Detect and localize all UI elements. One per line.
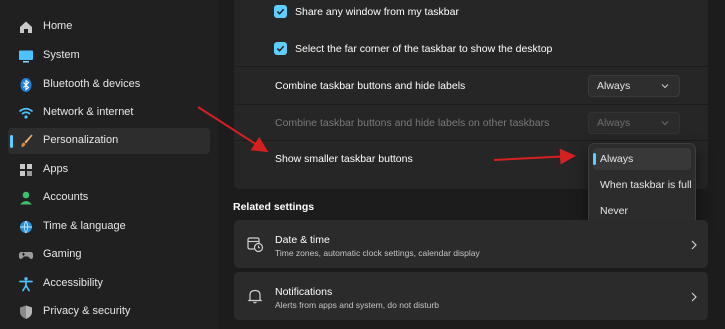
gamepad-icon: [18, 247, 34, 263]
option-label: Always: [600, 153, 634, 165]
sidebar-item-label: Home: [43, 20, 73, 32]
sidebar-item-label: Time & language: [43, 220, 126, 232]
select-value: Always: [597, 117, 631, 129]
card-subtitle: Time zones, automatic clock settings, ca…: [275, 248, 480, 258]
chevron-right-icon: [690, 289, 698, 307]
accounts-icon: [18, 190, 34, 206]
bell-icon: [246, 287, 264, 305]
dropdown-option-never[interactable]: Never: [593, 200, 691, 222]
smaller-buttons-label: Show smaller taskbar buttons: [275, 153, 413, 165]
sidebar-item-label: Gaming: [43, 248, 82, 260]
dropdown-option-when-full[interactable]: When taskbar is full: [593, 174, 692, 196]
related-settings-title: Related settings: [233, 201, 315, 213]
far-corner-checkbox[interactable]: [274, 42, 287, 55]
card-title: Date & time: [275, 234, 330, 246]
calendar-clock-icon: [246, 235, 264, 253]
combine-buttons-select[interactable]: Always: [588, 75, 680, 97]
checkmark-icon: [276, 45, 285, 52]
sidebar-item-accounts[interactable]: Accounts: [8, 185, 210, 211]
globe-icon: [18, 219, 34, 235]
sidebar-item-privacy[interactable]: Privacy & security: [8, 299, 210, 325]
checkmark-icon: [276, 8, 285, 15]
sidebar-item-label: Apps: [43, 163, 69, 175]
card-title: Notifications: [275, 286, 333, 298]
divider: [234, 66, 708, 67]
combine-other-select: Always: [588, 112, 680, 134]
smaller-buttons-dropdown[interactable]: Always When taskbar is full Never: [588, 143, 696, 227]
selection-indicator: [593, 153, 596, 165]
brush-icon: [18, 133, 34, 149]
home-icon: [18, 19, 34, 35]
main-content: Share any window from my taskbar Select …: [218, 0, 725, 329]
share-window-label: Share any window from my taskbar: [295, 6, 459, 18]
sidebar-item-bluetooth[interactable]: Bluetooth & devices: [8, 72, 210, 98]
wifi-icon: [18, 105, 34, 121]
selection-indicator: [10, 135, 13, 148]
chevron-down-icon: [661, 118, 669, 130]
combine-buttons-label: Combine taskbar buttons and hide labels: [275, 80, 466, 92]
sidebar-item-label: Bluetooth & devices: [43, 78, 141, 90]
sidebar-item-network[interactable]: Network & internet: [8, 100, 210, 126]
sidebar-item-time-language[interactable]: Time & language: [8, 214, 210, 240]
divider: [234, 104, 708, 105]
notifications-card[interactable]: Notifications Alerts from apps and syste…: [234, 272, 708, 320]
option-label: When taskbar is full: [600, 179, 692, 191]
sidebar-item-label: Accessibility: [43, 277, 103, 289]
sidebar-item-label: Privacy & security: [43, 305, 131, 317]
divider: [234, 140, 708, 141]
sidebar-item-label: System: [43, 49, 80, 61]
apps-icon: [18, 162, 34, 178]
far-corner-label: Select the far corner of the taskbar to …: [295, 43, 553, 55]
chevron-down-icon: [661, 81, 669, 93]
sidebar-item-home[interactable]: Home: [8, 14, 210, 40]
date-time-card[interactable]: Date & time Time zones, automatic clock …: [234, 220, 708, 268]
combine-other-label: Combine taskbar buttons and hide labels …: [275, 117, 550, 129]
sidebar-item-accessibility[interactable]: Accessibility: [8, 271, 210, 297]
sidebar-item-label: Network & internet: [43, 106, 134, 118]
sidebar-item-label: Personalization: [43, 134, 119, 146]
sidebar-item-gaming[interactable]: Gaming: [8, 242, 210, 268]
sidebar-item-personalization[interactable]: Personalization: [8, 128, 210, 154]
dropdown-option-always[interactable]: Always: [593, 148, 691, 170]
sidebar-item-system[interactable]: System: [8, 43, 210, 69]
shield-icon: [18, 304, 34, 320]
sidebar: Home System Bluetooth & devices Network …: [0, 0, 218, 329]
option-label: Never: [600, 205, 629, 217]
chevron-right-icon: [690, 237, 698, 255]
share-window-checkbox[interactable]: [274, 5, 287, 18]
accessibility-icon: [18, 276, 34, 292]
sidebar-item-label: Accounts: [43, 191, 89, 203]
card-subtitle: Alerts from apps and system, do not dist…: [275, 300, 439, 310]
select-value: Always: [597, 80, 631, 92]
bluetooth-icon: [18, 77, 34, 93]
system-icon: [18, 48, 34, 64]
sidebar-item-apps[interactable]: Apps: [8, 157, 210, 183]
